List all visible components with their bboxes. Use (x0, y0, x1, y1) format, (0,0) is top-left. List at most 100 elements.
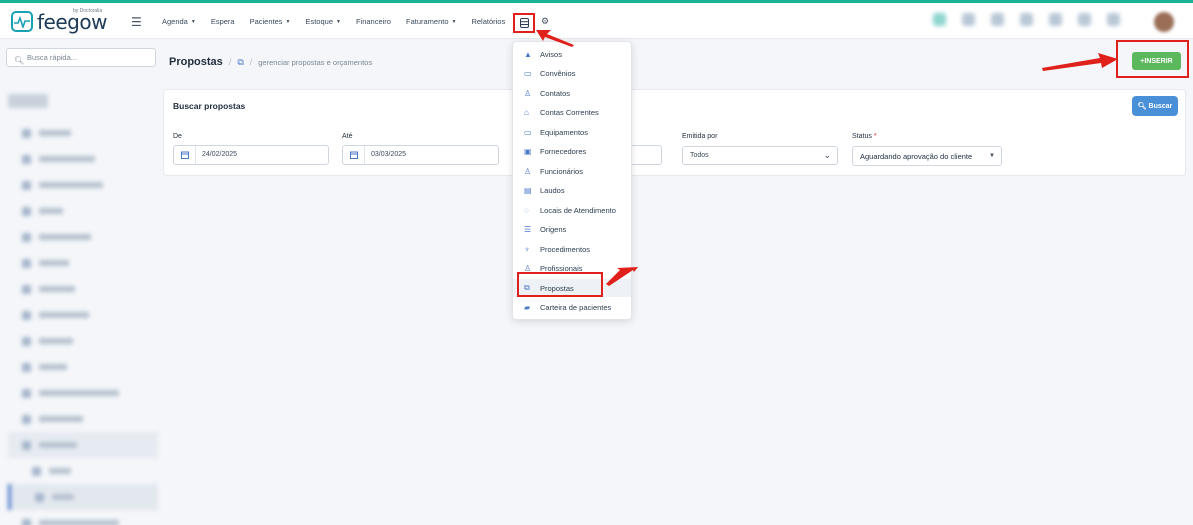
menu-item-laudos[interactable]: ▤ Laudos (513, 181, 631, 199)
sidebar-subitem[interactable] (8, 458, 158, 484)
sidebar-item[interactable] (8, 510, 158, 525)
list-icon: ☰ (524, 224, 532, 234)
status-select[interactable]: Aguardando aprovação do cliente ▼ (852, 146, 1002, 166)
search-filter-card: Buscar propostas 🔍︎ Buscar De 24/02/2025… (163, 89, 1186, 176)
calendar-icon[interactable] (991, 13, 1004, 26)
nav-item-faturamento[interactable]: Faturamento ▼ (406, 17, 456, 26)
menu-item-carteira-de-pacientes[interactable]: ▰ Carteira de pacientes (513, 298, 631, 316)
messages-icon[interactable] (1078, 13, 1091, 26)
sidebar-subitem[interactable] (8, 484, 158, 510)
menu-toggle-icon[interactable]: ☰ (131, 15, 142, 29)
sidebar-item[interactable] (8, 250, 158, 276)
required-marker: * (873, 133, 877, 140)
menu-item-contatos[interactable]: ♙ Contatos (513, 84, 631, 102)
sidebar: 🔍︎ Busca rápida... (0, 40, 162, 525)
date-from-label: De (173, 133, 182, 140)
location-icon: ◌ (524, 205, 529, 215)
sidebar-menu-blurred (8, 94, 158, 525)
chat-icon[interactable] (962, 13, 975, 26)
laptop-icon: ▭ (524, 127, 532, 137)
emitted-by-label: Emitida por (682, 133, 718, 140)
bell-icon[interactable] (1049, 13, 1062, 26)
brand-byline: by Doctoralia (73, 8, 103, 14)
nav-item-relatorios[interactable]: Relatórios (471, 17, 505, 26)
top-navbar: feegow by Doctoralia ☰ Agenda ▼ Espera Pa… (0, 3, 1193, 39)
file-icon: ▤ (524, 185, 532, 195)
sidebar-item[interactable] (8, 328, 158, 354)
sidebar-item[interactable] (8, 146, 158, 172)
date-to-field[interactable]: 03/03/2025 (342, 145, 499, 165)
status-icon[interactable] (933, 13, 946, 26)
breadcrumb-separator: / (249, 57, 253, 67)
sidebar-item[interactable] (8, 380, 158, 406)
notes-icon[interactable] (1020, 13, 1033, 26)
date-to-value: 03/03/2025 (371, 151, 407, 158)
sidebar-item[interactable] (8, 198, 158, 224)
annotation-arrow-insert (1042, 53, 1118, 71)
menu-item-fornecedores[interactable]: ▣ Fornecedores (513, 142, 631, 160)
nav-item-financeiro[interactable]: Financeiro (356, 17, 391, 26)
page-title: Propostas (169, 56, 223, 68)
sidebar-item[interactable] (8, 224, 158, 250)
warning-icon: ▲ (524, 49, 532, 59)
quick-search-placeholder: Busca rápida... (27, 53, 78, 62)
status-value: Aguardando aprovação do cliente (860, 152, 973, 161)
status-label: Status * (852, 133, 877, 140)
sidebar-item[interactable] (8, 276, 158, 302)
user-icon: ♙ (524, 166, 532, 176)
annotation-highlight-propostas (517, 272, 603, 297)
sidebar-item[interactable] (8, 172, 158, 198)
card-icon: ▭ (524, 68, 532, 78)
brand-logo-icon (11, 11, 33, 32)
sidebar-item[interactable] (8, 354, 158, 380)
menu-item-contas-correntes[interactable]: ⌂ Contas Correntes (513, 103, 631, 121)
user-icon: ♙ (524, 88, 532, 98)
book-icon: ▰ (524, 302, 531, 312)
box-icon: ▣ (524, 146, 532, 156)
copy-icon: ⧉ (237, 56, 244, 67)
filter-card-title: Buscar propostas (173, 101, 246, 111)
date-from-value: 24/02/2025 (202, 151, 238, 158)
date-from-field[interactable]: 24/02/2025 (173, 145, 329, 165)
bank-icon: ⌂ (524, 107, 529, 117)
breadcrumb-separator: / (228, 57, 232, 67)
gear-icon[interactable]: ⚙ (541, 16, 549, 27)
brand-name: feegow (37, 9, 107, 34)
search-button[interactable]: 🔍︎ Buscar (1132, 96, 1178, 116)
nav-item-espera[interactable]: Espera (211, 17, 235, 26)
cadastros-menu-button[interactable] (513, 13, 535, 33)
top-right-toolbar (933, 13, 1120, 26)
menu-item-equipamentos[interactable]: ▭ Equipamentos (513, 123, 631, 141)
breadcrumb: Propostas / ⧉ / gerenciar propostas e or… (169, 56, 372, 68)
menu-item-origens[interactable]: ☰ Origens (513, 220, 631, 238)
menu-item-locais-de-atendimento[interactable]: ◌ Locais de Atendimento (513, 201, 631, 219)
nav-item-estoque[interactable]: Estoque ▼ (305, 17, 340, 26)
search-icon: 🔍︎ (14, 56, 25, 65)
emitted-by-select[interactable]: Todos ⌄ (682, 146, 838, 165)
brand-logo[interactable]: feegow by Doctoralia (11, 8, 107, 34)
insert-button[interactable]: +INSERIR (1132, 52, 1181, 70)
nav-item-pacientes[interactable]: Pacientes ▼ (250, 17, 291, 26)
stethoscope-icon: ♆ (524, 244, 530, 254)
menu-item-convenios[interactable]: ▭ Convênios (513, 64, 631, 82)
sidebar-item[interactable] (8, 120, 158, 146)
user-avatar[interactable] (1154, 12, 1174, 32)
nav-item-agenda[interactable]: Agenda ▼ (162, 17, 196, 26)
page-subtitle: gerenciar propostas e orçamentos (258, 57, 373, 67)
sidebar-item[interactable] (8, 432, 158, 458)
menu-item-avisos[interactable]: ▲ Avisos (513, 45, 631, 63)
help-icon[interactable] (1107, 13, 1120, 26)
chevron-down-icon: ⌄ (823, 150, 831, 160)
date-to-label: Até (342, 133, 353, 140)
database-icon (519, 18, 529, 28)
menu-item-funcionarios[interactable]: ♙ Funcionários (513, 162, 631, 180)
sidebar-item[interactable] (8, 406, 158, 432)
sidebar-item[interactable] (8, 302, 158, 328)
caret-down-icon: ▼ (989, 153, 995, 159)
menu-item-procedimentos[interactable]: ♆ Procedimentos (513, 240, 631, 258)
emitted-by-value: Todos (690, 152, 709, 159)
quick-search-input[interactable]: 🔍︎ Busca rápida... (6, 48, 156, 67)
main-nav: Agenda ▼ Espera Pacientes ▼ Estoque ▼ Finan… (162, 17, 520, 26)
calendar-icon (343, 146, 365, 164)
calendar-icon (174, 146, 196, 164)
